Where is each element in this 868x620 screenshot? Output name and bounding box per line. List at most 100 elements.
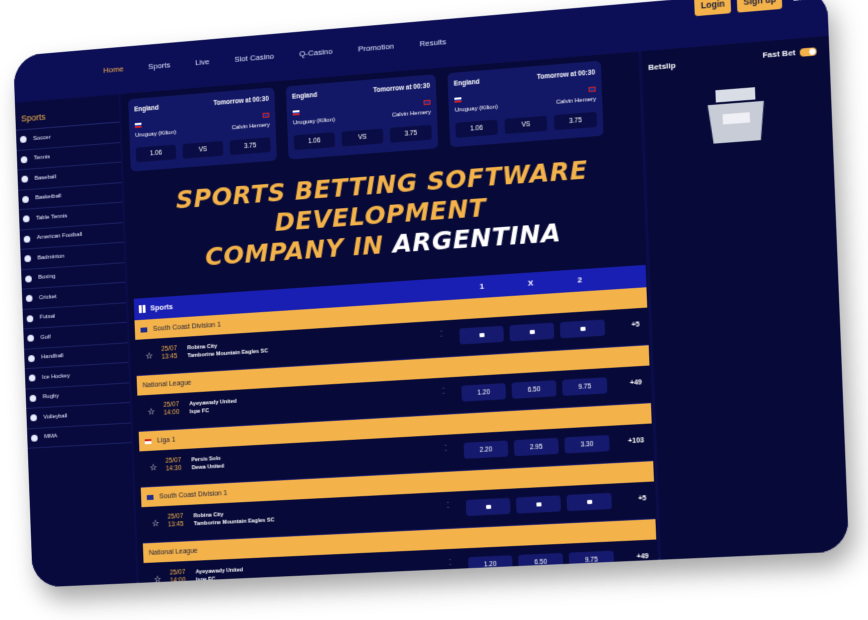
betslip-title: Betslip <box>648 61 676 72</box>
sidebar-item-label: Tennis <box>34 155 50 162</box>
odd-2-button[interactable]: 9.75 <box>562 377 607 396</box>
tray-lid <box>715 87 755 102</box>
odd-x-button[interactable]: 6.50 <box>512 380 557 399</box>
team-2: Ispe FC <box>196 574 244 584</box>
sidebar-item-label: Table Tennis <box>36 213 67 221</box>
column-header-2: 2 <box>577 275 582 284</box>
odd-1-button[interactable]: 1.20 <box>461 383 506 402</box>
sidebar-item-label: MMA <box>44 434 57 441</box>
sidebar-item-label: American Football <box>37 232 83 241</box>
more-dots-icon[interactable]: · · <box>449 558 451 568</box>
nav-live[interactable]: Live <box>195 57 209 67</box>
odd-x-button[interactable] <box>509 323 554 342</box>
rugby-icon <box>29 395 36 402</box>
more-markets-link[interactable]: +5 <box>638 495 646 503</box>
odd-1-button[interactable] <box>459 326 504 345</box>
more-markets-link[interactable]: +5 <box>631 321 639 329</box>
odd-away-button[interactable]: 3.75 <box>230 137 271 155</box>
match-time: 14:30 <box>166 465 182 474</box>
odd-home-button[interactable]: 1.06 <box>294 132 336 150</box>
mma-icon <box>31 434 38 441</box>
nav-q-casino[interactable]: Q-Casino <box>299 47 332 59</box>
star-icon[interactable]: ☆ <box>154 574 162 585</box>
tennis-icon <box>21 156 28 163</box>
nav-slot-casino[interactable]: Slot Casino <box>234 52 274 64</box>
match-teams: Ayeyawady United Ispe FC <box>189 398 237 416</box>
sidebar-item-label: Boxing <box>38 274 55 281</box>
match-list: South Coast Division 1 ☆ 25/07 13:45 Robi… <box>134 287 657 587</box>
more-markets-link[interactable]: +49 <box>636 553 648 561</box>
column-header-1: 1 <box>479 282 484 291</box>
login-button[interactable]: Login <box>694 0 731 16</box>
league-flag-icon <box>147 494 154 499</box>
auth-buttons: Login Sign up EN <box>694 0 806 16</box>
star-icon[interactable]: ☆ <box>149 462 157 473</box>
lock-icon <box>587 500 592 504</box>
volleyball-icon <box>30 414 37 421</box>
featured-card[interactable]: England Tomorrow at 00:30 Uruguay (Kilio… <box>447 61 603 148</box>
odd-2-button[interactable]: 3.30 <box>564 435 609 454</box>
main-nav: Home Sports Live Slot Casino Q-Casino Pr… <box>103 37 446 75</box>
match-datetime: 25/07 14:30 <box>165 457 181 474</box>
main-content: England Tomorrow at 00:30 Uruguay (Kilio… <box>120 52 658 583</box>
league-name: South Coast Division 1 <box>153 321 221 332</box>
odd-2-button[interactable]: 9.75 <box>569 551 614 569</box>
vs-label: VS <box>182 141 223 159</box>
odd-away-button[interactable]: 3.75 <box>390 125 432 143</box>
odd-home-button[interactable]: 1.06 <box>455 120 498 138</box>
more-dots-icon[interactable]: · · <box>447 501 449 511</box>
american-football-icon <box>24 235 31 242</box>
futsal-icon <box>27 315 34 322</box>
match-teams: Robina City Tamborine Mountain Eagles SC <box>187 339 268 360</box>
nav-home[interactable]: Home <box>103 64 124 74</box>
sidebar-item-label: Basketball <box>35 194 61 202</box>
lock-icon <box>479 333 484 337</box>
star-icon[interactable]: ☆ <box>145 351 153 362</box>
odd-1-button[interactable]: 1.20 <box>468 555 513 573</box>
more-dots-icon[interactable]: · · <box>442 387 444 397</box>
odd-1-button[interactable]: 2.20 <box>464 440 509 458</box>
match-teams: Persis Solo Dewa United <box>191 455 224 472</box>
odd-home-button[interactable]: 1.06 <box>136 145 177 163</box>
match-datetime: 25/07 13:45 <box>161 345 177 362</box>
match-datetime: 25/07 14:00 <box>170 569 186 585</box>
odd-x-button[interactable] <box>516 495 561 513</box>
league-name: National League <box>149 547 198 556</box>
nav-promotion[interactable]: Promotion <box>358 42 394 54</box>
star-icon[interactable]: ☆ <box>151 518 159 529</box>
home-flag-icon <box>454 97 461 103</box>
card-away-team: Calvin Hemery <box>232 122 270 131</box>
card-time: Tomorrow at 00:30 <box>537 69 595 81</box>
card-time: Tomorrow at 00:30 <box>373 83 430 95</box>
league-name: South Coast Division 1 <box>159 490 227 500</box>
language-selector[interactable]: EN <box>793 0 807 3</box>
odd-x-button[interactable]: 6.50 <box>518 553 563 571</box>
card-league: England <box>292 92 317 101</box>
team-2: Dewa United <box>192 463 225 473</box>
more-markets-link[interactable]: +49 <box>630 379 642 387</box>
match-time: 13:45 <box>168 521 184 530</box>
star-icon[interactable]: ☆ <box>147 406 155 417</box>
nav-sports[interactable]: Sports <box>148 60 170 71</box>
baseball-icon <box>21 176 28 183</box>
more-dots-icon[interactable]: · · <box>440 330 442 340</box>
odd-1-button[interactable] <box>466 498 511 516</box>
featured-card[interactable]: England Tomorrow at 00:30 Uruguay (Kilio… <box>286 74 438 159</box>
nav-results[interactable]: Results <box>419 37 446 48</box>
odd-x-button[interactable]: 2.95 <box>514 438 559 457</box>
column-header-x: X <box>528 278 534 287</box>
odd-2-button[interactable] <box>560 319 605 338</box>
fast-bet-toggle[interactable] <box>800 47 817 57</box>
match-time: 14:00 <box>164 409 180 418</box>
featured-card[interactable]: England Tomorrow at 00:30 Uruguay (Kilio… <box>128 87 277 171</box>
away-flag-icon <box>423 100 430 106</box>
match-datetime: 25/07 14:00 <box>163 401 179 418</box>
boxing-icon <box>25 275 32 282</box>
odd-2-button[interactable] <box>566 493 611 511</box>
more-markets-link[interactable]: +103 <box>628 437 644 445</box>
team-2: Ispe FC <box>189 406 237 417</box>
more-dots-icon[interactable]: · · <box>445 444 447 454</box>
signup-button[interactable]: Sign up <box>737 0 783 13</box>
sidebar-item-label: Handball <box>41 353 63 360</box>
odd-away-button[interactable]: 3.75 <box>554 112 597 130</box>
